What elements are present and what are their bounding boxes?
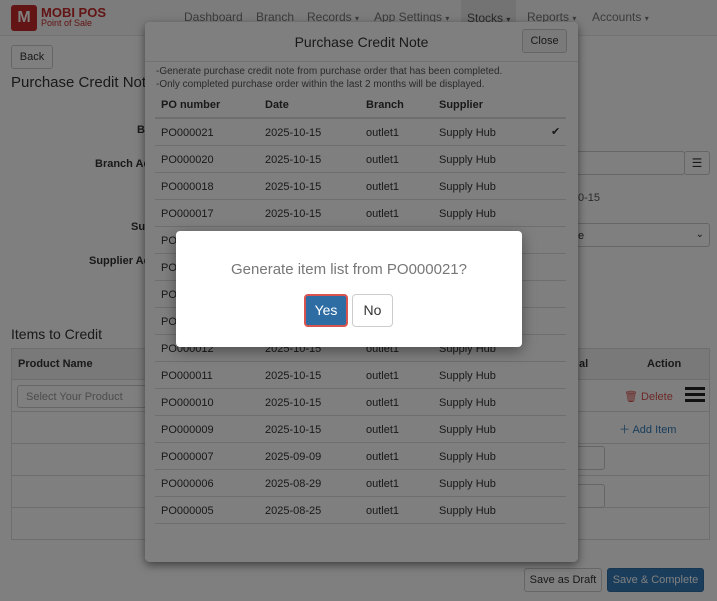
confirm-dialog: Generate item list from PO000021? Yes No	[176, 231, 522, 347]
confirm-message: Generate item list from PO000021?	[231, 261, 467, 278]
no-button[interactable]: No	[352, 294, 393, 327]
yes-button[interactable]: Yes	[304, 294, 348, 327]
